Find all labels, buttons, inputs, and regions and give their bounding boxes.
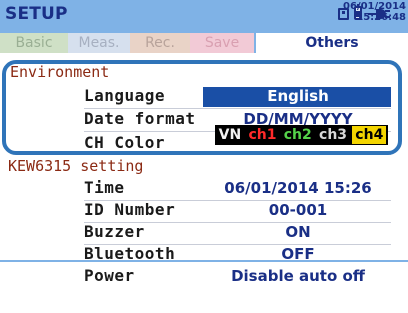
time-value[interactable]: 06/01/2014 15:26: [205, 179, 391, 197]
power-value[interactable]: Disable auto off: [205, 267, 391, 285]
buzzer-value[interactable]: ON: [205, 223, 391, 241]
tab-others[interactable]: Others: [254, 33, 408, 53]
tab-bar: Basic Meas. Rec. Save Others: [0, 33, 408, 53]
power-label: Power: [84, 266, 135, 285]
tab-measurement[interactable]: Meas.: [68, 33, 130, 53]
tab-recording[interactable]: Rec.: [130, 33, 190, 53]
tab-basic[interactable]: Basic: [0, 33, 68, 53]
page-title: SETUP: [5, 4, 68, 24]
setup-screen: SETUP 06/01/2014 15:26:48 Basic Meas. Re…: [0, 0, 408, 313]
bluetooth-value[interactable]: OFF: [205, 245, 391, 263]
bluetooth-label: Bluetooth: [84, 244, 176, 263]
title-bar: SETUP 06/01/2014 15:26:48: [0, 0, 408, 33]
id-number-label: ID Number: [84, 200, 176, 219]
clock-time: 15:26:48: [356, 12, 406, 23]
tab-save[interactable]: Save: [190, 33, 254, 53]
time-label: Time: [84, 178, 125, 197]
environment-callout-frame: [2, 60, 402, 155]
buzzer-label: Buzzer: [84, 222, 145, 241]
section-heading-device: KEW6315 setting: [8, 157, 144, 175]
clock-date: 06/01/2014: [343, 1, 406, 12]
clock-readout: 06/01/2014 15:26:48: [343, 1, 406, 23]
id-number-value[interactable]: 00-001: [205, 201, 391, 219]
